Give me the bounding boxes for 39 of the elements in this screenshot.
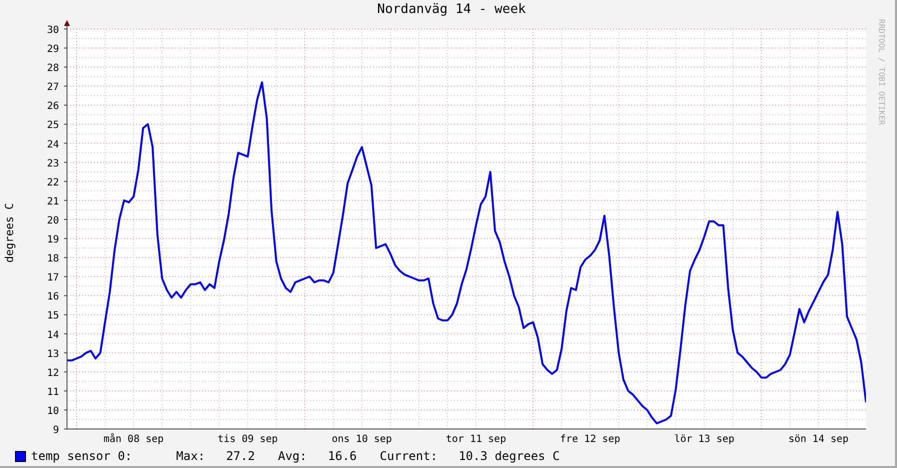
stat-label: Max:: [176, 449, 206, 463]
axis-label: degrees C: [2, 203, 17, 263]
stat-value: 27.2: [226, 449, 255, 463]
tick-label: 13: [46, 348, 59, 360]
tick-label: 10: [46, 406, 59, 417]
tick-label: 15: [46, 310, 59, 322]
tick-label: ons 10 sep: [332, 434, 392, 445]
tick-label: 20: [46, 215, 59, 226]
tick-label: 25: [46, 120, 59, 132]
tick-label: sön 14 sep: [788, 434, 849, 445]
stat-value: 16.6: [328, 449, 357, 463]
stat-label: Avg:: [278, 449, 307, 463]
tick-label: 21: [46, 196, 59, 208]
tick-label: 11: [46, 386, 59, 398]
tick-label: 14: [46, 330, 59, 341]
stat-label: Current:: [380, 449, 438, 463]
tick-label: 28: [46, 63, 59, 74]
tick-label: fre 12 sep: [560, 434, 620, 445]
legend-label: temp sensor 0:: [31, 449, 132, 463]
tick-label: 23: [46, 158, 59, 170]
stat-value: 10.3 degrees C: [458, 449, 560, 463]
tick-label: 19: [46, 234, 59, 246]
tick-label: 17: [46, 272, 59, 284]
tick-label: tis 09 sep: [218, 434, 278, 445]
credit-label: RRDTOOL / TOBI OETIKER: [876, 19, 886, 125]
tick-label: 18: [46, 254, 59, 265]
tick-label: 22: [46, 177, 59, 188]
tick-label: 24: [46, 139, 59, 150]
tick-label: 26: [46, 101, 59, 112]
tick-label: lör 13 sep: [674, 434, 734, 445]
tick-label: 9: [52, 425, 59, 436]
tick-label: tor 11 sep: [446, 434, 506, 445]
tick-label: 12: [46, 368, 59, 379]
tick-label: 30: [46, 25, 59, 36]
tick-label: 27: [46, 82, 59, 94]
tick-label: 29: [46, 44, 59, 56]
tick-label: 16: [46, 292, 59, 303]
chart-title: Nordanväg 14 - week: [376, 1, 527, 19]
tick-label: mån 08 sep: [103, 434, 164, 445]
